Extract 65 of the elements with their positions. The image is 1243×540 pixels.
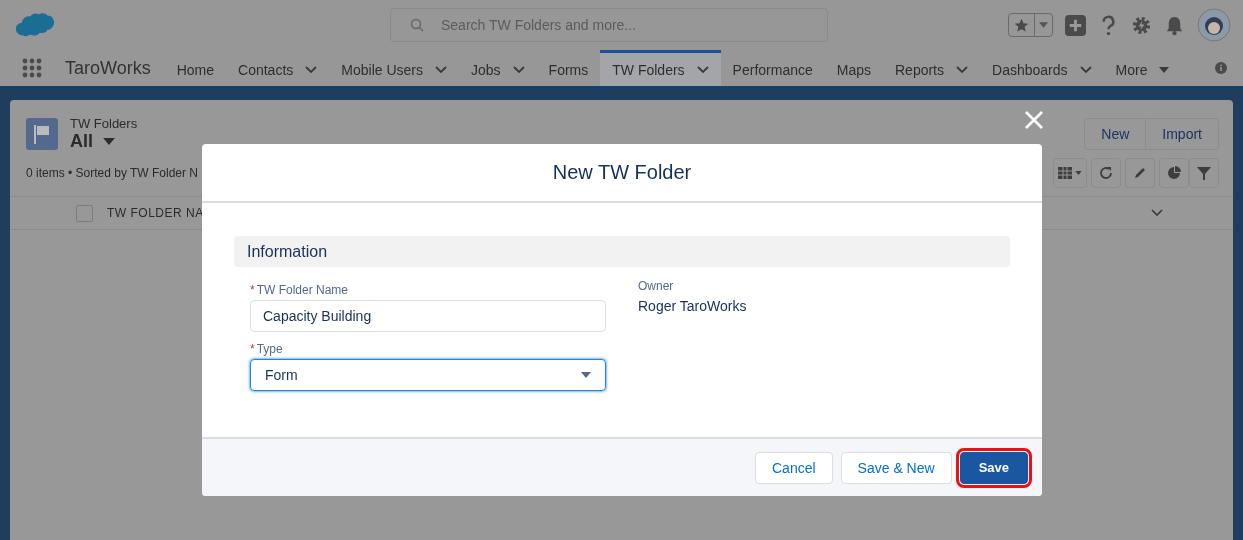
- caret-icon: [1159, 66, 1170, 73]
- nav-tab[interactable]: Forms: [536, 50, 601, 86]
- chevron-icon: [435, 65, 447, 74]
- nav-tab[interactable]: Maps: [824, 50, 883, 86]
- column-header[interactable]: TW FOLDER NA: [107, 206, 204, 220]
- nav-tab[interactable]: Mobile Users: [329, 50, 459, 86]
- object-name: TW Folders: [70, 116, 138, 131]
- action-button[interactable]: Cancel: [755, 451, 833, 484]
- action-button[interactable]: Save & New: [840, 451, 952, 484]
- caret-icon: [1039, 22, 1048, 28]
- caret-icon: [103, 138, 115, 145]
- nav-tab[interactable]: Home: [164, 50, 227, 86]
- notifications-icon[interactable]: [1164, 14, 1185, 36]
- field-value: Roger TaroWorks: [638, 298, 747, 314]
- list-action-button[interactable]: Import: [1145, 118, 1219, 150]
- list-view-selector[interactable]: All: [70, 131, 138, 152]
- edit-button[interactable]: [1125, 158, 1155, 188]
- list-status: 0 items • Sorted by TW Folder N: [26, 166, 199, 180]
- nav-tab[interactable]: Jobs: [459, 50, 537, 86]
- refresh-button[interactable]: [1091, 158, 1121, 188]
- required-asterisk: *: [250, 283, 255, 297]
- chevron-icon: [512, 65, 525, 74]
- chevron-icon[interactable]: [1151, 209, 1163, 217]
- filter-icon: [1197, 166, 1211, 180]
- pencil-icon: [1133, 166, 1147, 180]
- app-launcher-icon[interactable]: [22, 58, 42, 78]
- chevron-icon: [305, 65, 318, 74]
- text-field[interactable]: Capacity Building: [250, 300, 606, 332]
- chart-button[interactable]: [1159, 158, 1189, 188]
- select-field[interactable]: Form: [250, 359, 606, 391]
- chevron-icon: [1079, 65, 1092, 74]
- field-label: Type: [256, 342, 283, 356]
- nav-tab[interactable]: Contacts: [226, 50, 330, 86]
- settings-icon[interactable]: [1131, 14, 1152, 36]
- required-asterisk: *: [250, 342, 255, 356]
- table-icon: [1058, 166, 1072, 180]
- search-icon: [410, 18, 424, 32]
- chevron-icon: [956, 65, 968, 74]
- favorites-button[interactable]: [1008, 13, 1053, 37]
- refresh-icon: [1099, 166, 1113, 180]
- star-icon: [1013, 16, 1030, 34]
- add-icon[interactable]: [1065, 14, 1086, 36]
- flag-icon: [26, 118, 58, 150]
- nav-tab[interactable]: Dashboards: [980, 50, 1104, 86]
- field-label: TW Folder Name: [256, 283, 349, 297]
- modal-title: New TW Folder: [552, 161, 692, 184]
- select-all-checkbox[interactable]: [76, 204, 93, 222]
- field-label: Owner: [638, 279, 675, 293]
- caret-icon: [581, 372, 591, 378]
- caret-icon: [1075, 171, 1082, 175]
- chevron-icon: [696, 65, 709, 74]
- nav-tab[interactable]: TW Folders: [600, 50, 721, 86]
- nav-tab[interactable]: Reports: [883, 50, 980, 86]
- nav-tab[interactable]: More: [1103, 50, 1182, 86]
- section-header: Information: [234, 236, 1010, 267]
- list-action-button[interactable]: New: [1084, 118, 1147, 150]
- app-name: TaroWorks: [65, 57, 151, 79]
- filter-button[interactable]: [1189, 158, 1219, 188]
- nav-tab[interactable]: Performance: [720, 50, 825, 86]
- avatar-icon[interactable]: [1197, 8, 1231, 42]
- search-field[interactable]: Search TW Folders and more...: [390, 8, 828, 42]
- close-icon[interactable]: [1025, 111, 1043, 129]
- info-icon[interactable]: [1215, 62, 1227, 74]
- pie-chart-icon: [1167, 166, 1181, 180]
- display-as-button[interactable]: [1053, 158, 1087, 188]
